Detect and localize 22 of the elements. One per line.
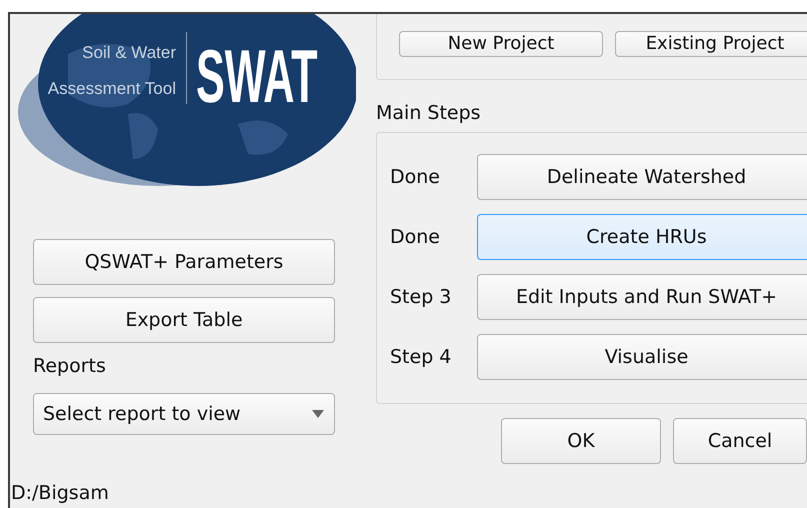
step-button[interactable]: Create HRUs [477,214,807,260]
step-button[interactable]: Delineate Watershed [477,154,807,200]
reports-label: Reports [33,355,107,377]
logo-title: SWAT [196,34,318,118]
step-status: Done [389,166,441,188]
step-button[interactable]: Visualise [477,334,807,380]
report-select[interactable]: Select report to view [33,393,335,435]
project-button[interactable]: Existing Project [615,31,807,57]
logo-subtitle: Assessment Tool [48,79,176,98]
action-button[interactable]: Export Table [33,297,335,343]
caret-icon [312,410,324,418]
logo-subtitle: Soil & Water [82,43,176,62]
project-path: D:/Bigsam [10,482,110,504]
step-button[interactable]: Edit Inputs and Run SWAT+ [477,274,807,320]
dialog-button[interactable]: Cancel [673,418,807,464]
step-status: Done [389,226,441,248]
dialog-button[interactable]: OK [501,418,661,464]
action-button[interactable]: QSWAT+ Parameters [33,239,335,285]
section-title: Main Steps [376,102,482,124]
step-status: Step 3 [389,286,452,308]
step-status: Step 4 [389,346,452,368]
project-button[interactable]: New Project [399,31,603,57]
